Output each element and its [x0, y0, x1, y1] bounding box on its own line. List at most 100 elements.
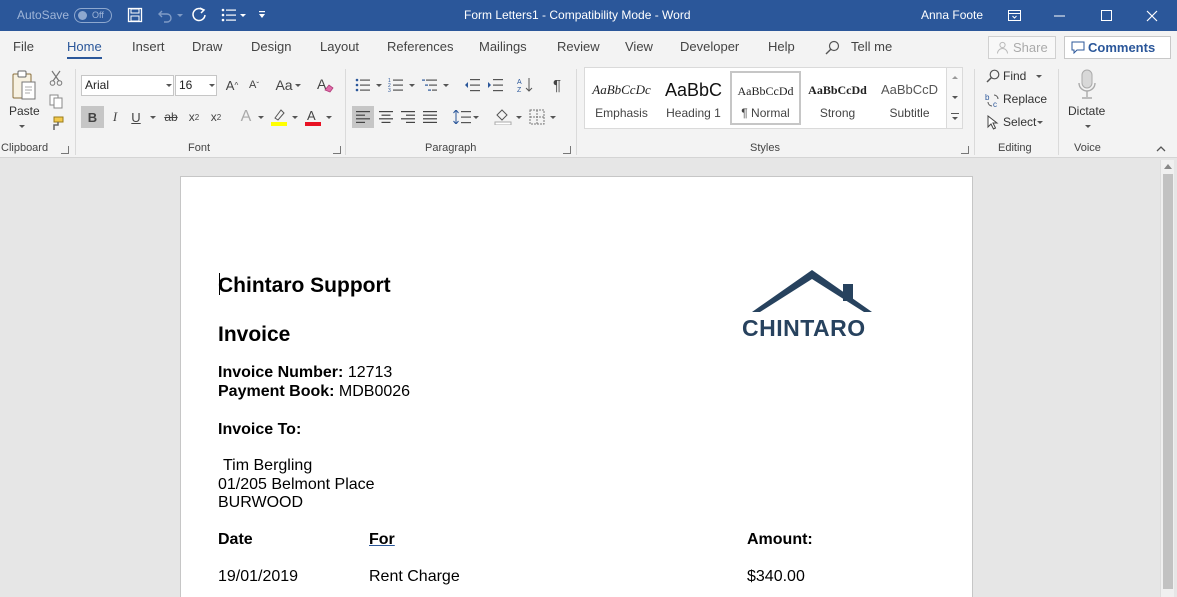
tab-view[interactable]: View	[625, 31, 653, 63]
clear-formatting-icon[interactable]: A	[314, 74, 336, 96]
bullet-dropdown-icon[interactable]	[240, 14, 246, 17]
find-label[interactable]: Find	[1003, 69, 1026, 83]
tab-layout[interactable]: Layout	[320, 31, 359, 63]
tab-review[interactable]: Review	[557, 31, 600, 63]
find-dropdown-icon[interactable]	[1036, 75, 1042, 78]
format-painter-icon[interactable]	[47, 115, 65, 133]
font-color-icon[interactable]: A	[302, 106, 324, 128]
justify-button[interactable]	[419, 106, 441, 128]
sort-icon[interactable]: AZ	[515, 75, 535, 95]
replace-label[interactable]: Replace	[1003, 92, 1047, 106]
shading-icon[interactable]	[492, 106, 514, 128]
font-name-dropdown-icon[interactable]	[166, 84, 172, 87]
grow-font-icon[interactable]: A ^	[222, 75, 242, 95]
paste-label[interactable]: Paste	[9, 104, 40, 118]
borders-dropdown-icon[interactable]	[550, 116, 556, 119]
document-page[interactable]: Chintaro Support Invoice CHINTARO Invoic…	[180, 176, 973, 597]
highlight-dropdown-icon[interactable]	[292, 116, 298, 119]
underline-button[interactable]: U	[127, 106, 145, 128]
undo-icon[interactable]	[155, 5, 175, 25]
tab-mailings[interactable]: Mailings	[479, 31, 527, 63]
paragraph-launcher-icon[interactable]	[563, 146, 571, 154]
styles-more-icon[interactable]	[952, 117, 958, 120]
shading-dropdown-icon[interactable]	[516, 116, 522, 119]
cut-icon[interactable]	[47, 69, 65, 87]
lightbulb-search-icon[interactable]	[825, 40, 840, 55]
scroll-thumb[interactable]	[1163, 174, 1173, 589]
ribbon-display-options-icon[interactable]	[991, 0, 1037, 31]
replace-icon[interactable]: bc	[984, 91, 1001, 108]
font-name-box[interactable]: Arial	[81, 75, 174, 96]
multilevel-dropdown-icon[interactable]	[443, 84, 449, 87]
change-case-icon[interactable]: Aa	[273, 75, 295, 95]
font-size-dropdown-icon[interactable]	[209, 84, 215, 87]
autosave-toggle[interactable]: Off	[74, 8, 112, 23]
save-icon[interactable]	[125, 5, 145, 25]
find-icon[interactable]	[985, 68, 1001, 84]
numbering-icon[interactable]: 123	[386, 75, 406, 95]
styles-down-icon[interactable]	[952, 96, 958, 99]
redo-icon[interactable]	[189, 5, 209, 25]
paste-icon[interactable]	[8, 68, 40, 104]
align-left-button[interactable]	[352, 106, 374, 128]
multilevel-list-icon[interactable]	[420, 75, 440, 95]
show-formatting-marks-icon[interactable]: ¶	[547, 75, 567, 95]
styles-launcher-icon[interactable]	[961, 146, 969, 154]
underline-dropdown-icon[interactable]	[150, 116, 156, 119]
superscript-button[interactable]: x2	[206, 106, 226, 128]
close-icon[interactable]	[1129, 0, 1175, 31]
tab-developer[interactable]: Developer	[680, 31, 739, 63]
customize-qat-icon[interactable]	[252, 5, 272, 25]
style-heading-1[interactable]: AaBbC Heading 1	[658, 71, 729, 125]
microphone-icon[interactable]	[1072, 68, 1102, 102]
select-dropdown-icon[interactable]	[1037, 121, 1043, 124]
tab-design[interactable]: Design	[251, 31, 291, 63]
select-label[interactable]: Select	[1003, 115, 1036, 129]
subscript-button[interactable]: x2	[184, 106, 204, 128]
tab-references[interactable]: References	[387, 31, 453, 63]
font-size-box[interactable]: 16	[175, 75, 217, 96]
bullet-list-qat-icon[interactable]	[219, 5, 239, 25]
highlight-icon[interactable]	[268, 106, 290, 128]
vertical-scrollbar[interactable]	[1160, 160, 1174, 597]
share-button[interactable]: Share	[988, 36, 1056, 59]
bold-button[interactable]: B	[81, 106, 104, 128]
text-effects-dropdown-icon[interactable]	[258, 116, 264, 119]
style-emphasis[interactable]: AaBbCcDc Emphasis	[586, 71, 657, 125]
font-color-dropdown-icon[interactable]	[326, 116, 332, 119]
tab-insert[interactable]: Insert	[132, 31, 165, 63]
numbering-dropdown-icon[interactable]	[409, 84, 415, 87]
comments-button[interactable]: Comments	[1064, 36, 1171, 59]
select-icon[interactable]	[985, 114, 1001, 131]
tab-help[interactable]: Help	[768, 31, 795, 63]
styles-up-icon[interactable]	[952, 76, 958, 79]
line-spacing-icon[interactable]	[451, 106, 473, 128]
paste-dropdown-icon[interactable]	[19, 125, 25, 128]
user-name[interactable]: Anna Foote	[921, 0, 983, 31]
undo-dropdown-icon[interactable]	[177, 14, 183, 17]
tell-me-search[interactable]: Tell me	[851, 31, 892, 63]
align-center-button[interactable]	[375, 106, 397, 128]
maximize-icon[interactable]	[1083, 0, 1129, 31]
style-subtitle[interactable]: AaBbCcD Subtitle	[874, 71, 945, 125]
strikethrough-button[interactable]: ab	[161, 106, 181, 128]
italic-button[interactable]: I	[106, 106, 124, 128]
font-launcher-icon[interactable]	[333, 146, 341, 154]
collapse-ribbon-icon[interactable]	[1156, 145, 1166, 152]
align-right-button[interactable]	[397, 106, 419, 128]
text-effects-icon[interactable]: A	[235, 106, 257, 128]
minimize-icon[interactable]	[1037, 0, 1083, 31]
style-strong[interactable]: AaBbCcDd Strong	[802, 71, 873, 125]
tab-file[interactable]: File	[13, 31, 34, 63]
increase-indent-icon[interactable]	[485, 75, 505, 95]
scroll-up-icon[interactable]	[1164, 164, 1172, 169]
line-spacing-dropdown-icon[interactable]	[473, 116, 479, 119]
decrease-indent-icon[interactable]	[462, 75, 482, 95]
tab-draw[interactable]: Draw	[192, 31, 222, 63]
dictate-dropdown-icon[interactable]	[1085, 125, 1091, 128]
copy-icon[interactable]	[47, 92, 65, 110]
dictate-label[interactable]: Dictate	[1068, 104, 1105, 118]
shrink-font-icon[interactable]: Aˇ	[244, 75, 264, 95]
borders-icon[interactable]	[526, 106, 548, 128]
tab-home[interactable]: Home	[67, 31, 102, 63]
